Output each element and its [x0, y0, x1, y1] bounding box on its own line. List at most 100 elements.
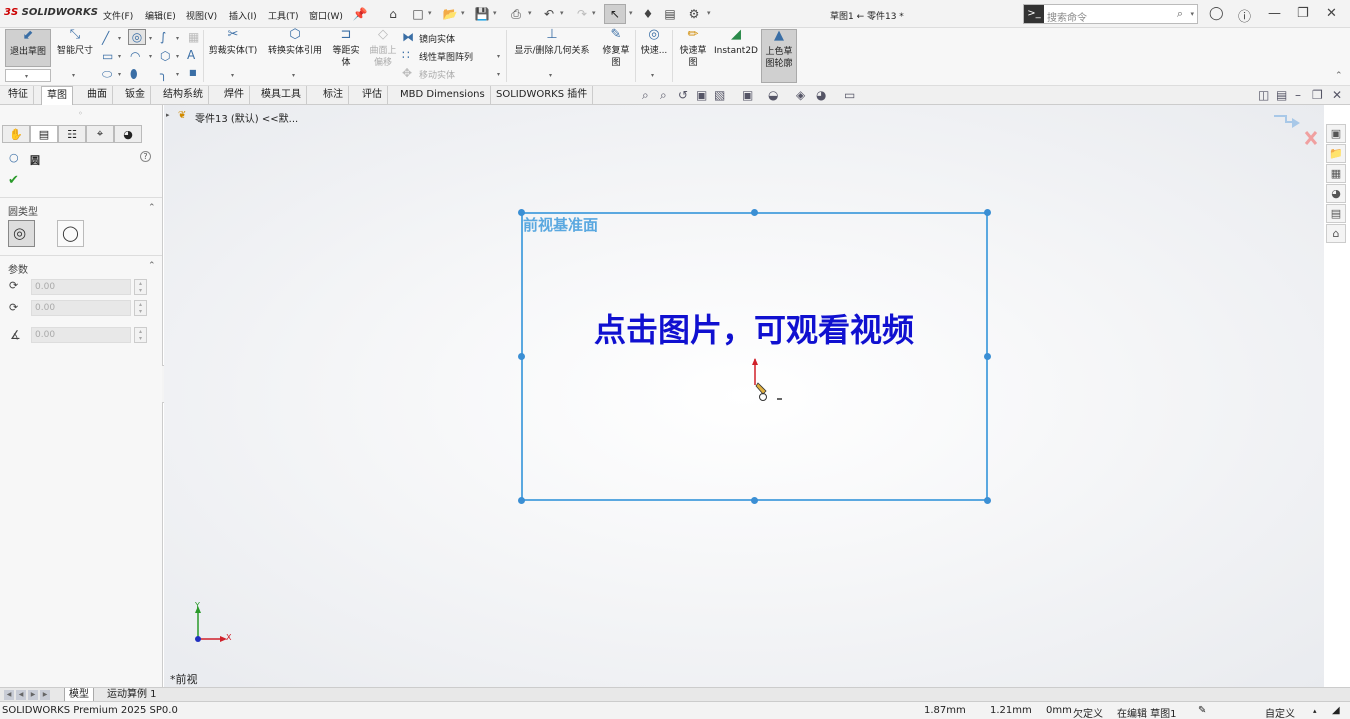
- move-dropdown-icon[interactable]: ▾: [497, 71, 500, 78]
- plane-handle[interactable]: [518, 353, 525, 360]
- tab-features[interactable]: 特征: [3, 86, 34, 105]
- view-settings-icon[interactable]: ▭: [844, 88, 855, 102]
- tab-evaluate[interactable]: 评估: [357, 86, 388, 105]
- spline-dropdown-icon[interactable]: ▾: [176, 35, 179, 42]
- tab-model[interactable]: 模型: [64, 688, 94, 702]
- center-x-stepper[interactable]: ▴ ▾: [134, 279, 147, 295]
- pin-icon[interactable]: 📌: [352, 6, 368, 22]
- video-overlay-text[interactable]: 点击图片，可观看视频: [544, 305, 964, 351]
- line-tool-icon[interactable]: ╱: [102, 31, 109, 45]
- text-tool-icon[interactable]: A: [187, 48, 195, 62]
- relations-dropdown-icon[interactable]: ▾: [549, 72, 552, 79]
- search-input[interactable]: 搜索命令: [1047, 9, 1087, 24]
- ellipse-tool-icon[interactable]: ⬮: [130, 67, 138, 82]
- solidworks-resources-icon[interactable]: ▣: [1326, 124, 1346, 143]
- redo-icon[interactable]: ↷: [574, 6, 590, 22]
- offset-on-surface-button[interactable]: ◇ 曲面上 偏移: [365, 28, 401, 69]
- appearance-icon[interactable]: ◕: [816, 88, 826, 102]
- circle-tool-icon[interactable]: ◎: [128, 29, 146, 45]
- select-dropdown-icon[interactable]: ▾: [629, 9, 633, 17]
- print-dropdown-icon[interactable]: ▾: [528, 9, 532, 17]
- slot-tool-icon[interactable]: ⬭: [102, 67, 112, 82]
- file-properties-icon[interactable]: ▤: [662, 6, 678, 22]
- new-document-icon[interactable]: □: [410, 6, 426, 22]
- linear-pattern-icon[interactable]: ∷: [402, 48, 410, 62]
- move-entities-label[interactable]: 移动实体: [419, 68, 455, 81]
- previous-view-icon[interactable]: ↺: [678, 88, 688, 102]
- tab-sketch[interactable]: 草图: [41, 86, 73, 105]
- open-icon[interactable]: 📂: [442, 6, 458, 22]
- search-box[interactable]: >_ 搜索命令 ⌕ ▾: [1023, 4, 1198, 24]
- smart-dimension-button[interactable]: ⤡ 智能尺寸: [53, 28, 97, 57]
- dynamic-annotation-icon[interactable]: ▧: [714, 88, 725, 102]
- repair-sketch-button[interactable]: ✎ 修复草 图: [598, 28, 634, 69]
- display-relations-button[interactable]: ⊥ 显示/删除几何关系: [509, 28, 595, 57]
- arc-dropdown-icon[interactable]: ▾: [149, 53, 152, 60]
- hide-show-items-icon[interactable]: ◈: [796, 88, 805, 102]
- linear-pattern-dropdown-icon[interactable]: ▾: [497, 53, 500, 60]
- units-selector[interactable]: 自定义: [1265, 705, 1295, 719]
- zoom-to-area-icon[interactable]: ⌕: [660, 88, 667, 103]
- center-y-input[interactable]: 0.00: [31, 300, 131, 316]
- plane-handle[interactable]: [751, 209, 758, 216]
- select-tool-button[interactable]: ↖: [604, 4, 626, 24]
- user-account-icon[interactable]: ◯: [1209, 6, 1224, 21]
- open-dropdown-icon[interactable]: ▾: [461, 9, 465, 17]
- menu-edit[interactable]: 编辑(E): [145, 9, 176, 22]
- menu-file[interactable]: 文件(F): [103, 9, 133, 22]
- tab-motion-study[interactable]: 运动算例 1: [103, 688, 161, 702]
- perimeter-circle-button[interactable]: ◯: [57, 220, 84, 247]
- configuration-manager-tab-icon[interactable]: ☷: [58, 125, 86, 143]
- dimxpert-tab-icon[interactable]: ⌖: [86, 125, 114, 143]
- options-dropdown-icon[interactable]: ▾: [707, 9, 711, 17]
- rebuild-icon[interactable]: ♦: [640, 6, 656, 22]
- menu-insert[interactable]: 插入(I): [229, 9, 257, 22]
- save-icon[interactable]: 💾: [474, 6, 490, 22]
- tab-mold-tools[interactable]: 模具工具: [256, 86, 307, 105]
- minimize-icon[interactable]: —: [1268, 6, 1281, 21]
- restore-icon[interactable]: ❐: [1297, 6, 1309, 21]
- close-icon[interactable]: ✕: [1326, 6, 1337, 21]
- confirmation-corner-icon[interactable]: [1270, 110, 1320, 150]
- plane-handle[interactable]: [984, 497, 991, 504]
- plane-handle[interactable]: [984, 353, 991, 360]
- feature-manager-tab-icon[interactable]: ✋: [2, 125, 30, 143]
- rectangle-dropdown-icon[interactable]: ▾: [118, 53, 121, 60]
- collapse-icon[interactable]: ⌃: [148, 261, 156, 271]
- first-tab-icon[interactable]: ◀: [4, 690, 14, 700]
- center-y-stepper[interactable]: ▴ ▾: [134, 300, 147, 316]
- save-dropdown-icon[interactable]: ▾: [493, 9, 497, 17]
- home-icon[interactable]: ⌂: [1326, 224, 1346, 243]
- new-dropdown-icon[interactable]: ▾: [428, 9, 432, 17]
- trim-entities-button[interactable]: ✂ 剪裁实体(T): [206, 28, 260, 57]
- fillet-dropdown-icon[interactable]: ▾: [176, 71, 179, 78]
- tab-annotation[interactable]: 标注: [318, 86, 349, 105]
- design-library-icon[interactable]: 📁: [1326, 144, 1346, 163]
- viewport-close-icon[interactable]: ✕: [1332, 88, 1342, 102]
- menu-window[interactable]: 窗口(W): [309, 9, 343, 22]
- display-style-icon[interactable]: ◒: [768, 88, 778, 102]
- smart-dimension-dropdown-icon[interactable]: ▾: [72, 72, 75, 79]
- rebuild-status-icon[interactable]: ✎: [1198, 705, 1206, 716]
- section-circle-type[interactable]: 圆类型: [8, 203, 38, 218]
- quick-snaps-dropdown-icon[interactable]: ▾: [651, 72, 654, 79]
- center-circle-button[interactable]: ◎: [8, 220, 35, 247]
- viewport-minimize-icon[interactable]: –: [1295, 88, 1301, 102]
- tab-solidworks-addins[interactable]: SOLIDWORKS 插件: [491, 86, 594, 105]
- file-explorer-icon[interactable]: ▦: [1326, 164, 1346, 183]
- property-manager-tab-icon[interactable]: ▤: [30, 125, 58, 143]
- menu-view[interactable]: 视图(V): [186, 9, 217, 22]
- shaded-sketch-contours-button[interactable]: ▲ 上色草 图轮廓: [761, 29, 797, 83]
- search-dropdown-icon[interactable]: ▾: [1190, 10, 1194, 18]
- mirror-entities-label[interactable]: 镜向实体: [419, 32, 455, 45]
- mirror-entities-icon[interactable]: ⧓: [402, 30, 414, 44]
- viewport-restore-icon[interactable]: ❐: [1312, 88, 1323, 102]
- panel-grip-icon[interactable]: ◦: [78, 109, 83, 118]
- custom-properties-icon[interactable]: ▤: [1326, 204, 1346, 223]
- undo-dropdown-icon[interactable]: ▾: [560, 9, 564, 17]
- last-tab-icon[interactable]: ▶: [40, 690, 50, 700]
- line-dropdown-icon[interactable]: ▾: [118, 35, 121, 42]
- tab-mbd-dimensions[interactable]: MBD Dimensions: [395, 86, 491, 105]
- help-icon[interactable]: ?: [140, 151, 151, 162]
- linear-pattern-label[interactable]: 线性草图阵列: [419, 50, 473, 63]
